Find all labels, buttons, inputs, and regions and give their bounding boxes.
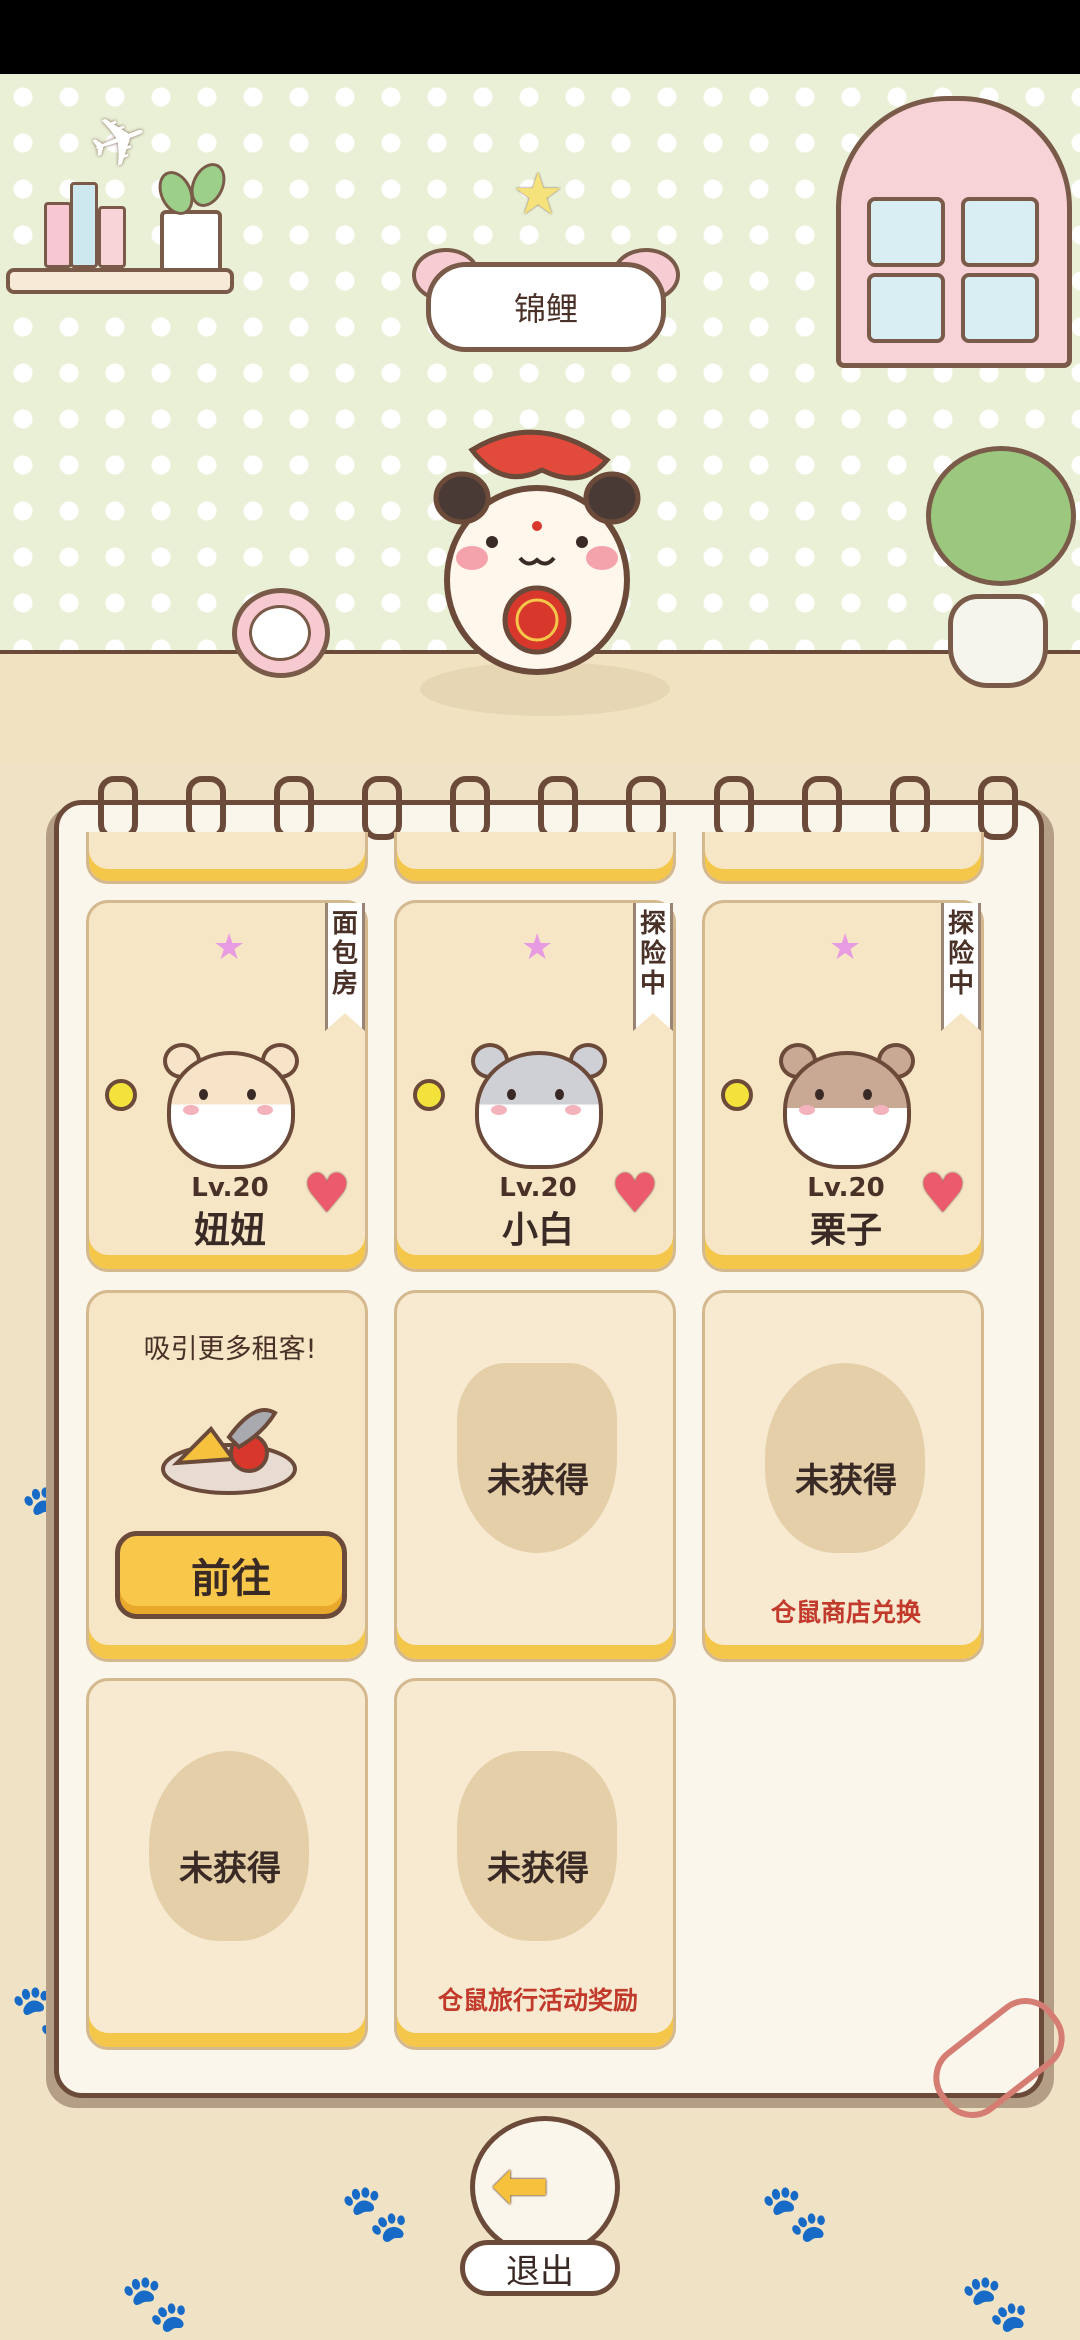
food-plate-icon [161,1408,297,1495]
exit-label[interactable]: 退出 [460,2240,620,2296]
locked-label: 未获得 [487,1849,589,1889]
heart-icon[interactable]: ♥ [919,1167,967,1221]
unlock-source-text: 仓鼠商店兑换 [770,1598,921,1627]
hamster-card[interactable]: ★ 探险中 Lv.20 栗子 ♥ [702,900,984,1272]
star-icon: ★ [521,927,554,968]
status-ribbon: 探险中 [941,903,981,1031]
status-bar [0,0,1080,74]
hamster-avatar [773,1021,915,1171]
plant-pot-decoration [948,594,1048,688]
heart-icon[interactable]: ♥ [303,1167,351,1221]
star-icon: ★ [512,160,564,228]
notebook-ring [890,776,930,840]
notebook-ring [362,776,402,840]
select-dot[interactable] [721,1079,753,1111]
notebook-ring [714,776,754,840]
locked-hamster-card[interactable]: 未获得 仓鼠旅行活动奖励 [394,1678,676,2050]
notebook-ring [626,776,666,840]
hamster-card-partial[interactable] [702,832,984,884]
notebook-ring [274,776,314,840]
potted-plant-decoration [160,210,222,276]
tree-decoration [926,446,1076,586]
hamster-card[interactable]: ★ 面包房 Lv.20 妞妞 ♥ [86,900,368,1272]
recruit-text: 吸引更多租客! [143,1334,317,1365]
locked-hamster-card[interactable]: 未获得 [394,1290,676,1662]
notebook-ring [450,776,490,840]
locked-label: 未获得 [795,1461,897,1501]
select-dot[interactable] [105,1079,137,1111]
paw-print-icon: 🐾 [960,2271,1030,2336]
hamster-avatar [465,1021,607,1171]
hamster-card[interactable]: ★ 探险中 Lv.20 小白 ♥ [394,900,676,1272]
alarm-clock-icon [232,588,330,678]
locked-hamster-card[interactable]: 未获得 仓鼠商店兑换 [702,1290,984,1662]
hamster-name-sign[interactable]: 锦鲤 [426,262,666,352]
koi-hamster-character[interactable] [432,420,642,680]
star-icon: ★ [213,927,246,968]
star-icon: ★ [829,927,862,968]
status-ribbon: 探险中 [633,903,673,1031]
notebook-ring [98,776,138,840]
status-ribbon: 面包房 [325,903,365,1031]
heart-icon[interactable]: ♥ [611,1167,659,1221]
notebook-ring [978,776,1018,840]
hamster-card-partial[interactable] [86,832,368,884]
notebook-ring [186,776,226,840]
notebook-ring [538,776,578,840]
notebook-ring [802,776,842,840]
paw-print-icon: 🐾 [120,2271,190,2336]
paw-print-icon: 🐾 [340,2181,410,2246]
left-arrow-icon: ⬅ [491,2144,550,2226]
locked-label: 未获得 [487,1461,589,1501]
exit-button[interactable]: ⬅ [470,2116,620,2258]
select-dot[interactable] [413,1079,445,1111]
unlock-source-text: 仓鼠旅行活动奖励 [437,1986,638,2015]
wall-shelf [6,268,234,294]
locked-hamster-card[interactable]: 未获得 [86,1678,368,2050]
hamster-avatar [157,1021,299,1171]
hamster-card-partial[interactable] [394,832,676,884]
recruit-card: 吸引更多租客! 前往 [86,1290,368,1662]
locked-label: 未获得 [179,1849,281,1889]
go-button[interactable]: 前往 [115,1531,347,1619]
books-decoration [40,182,140,268]
paw-print-icon: 🐾 [760,2181,830,2246]
window-decoration [836,96,1072,368]
